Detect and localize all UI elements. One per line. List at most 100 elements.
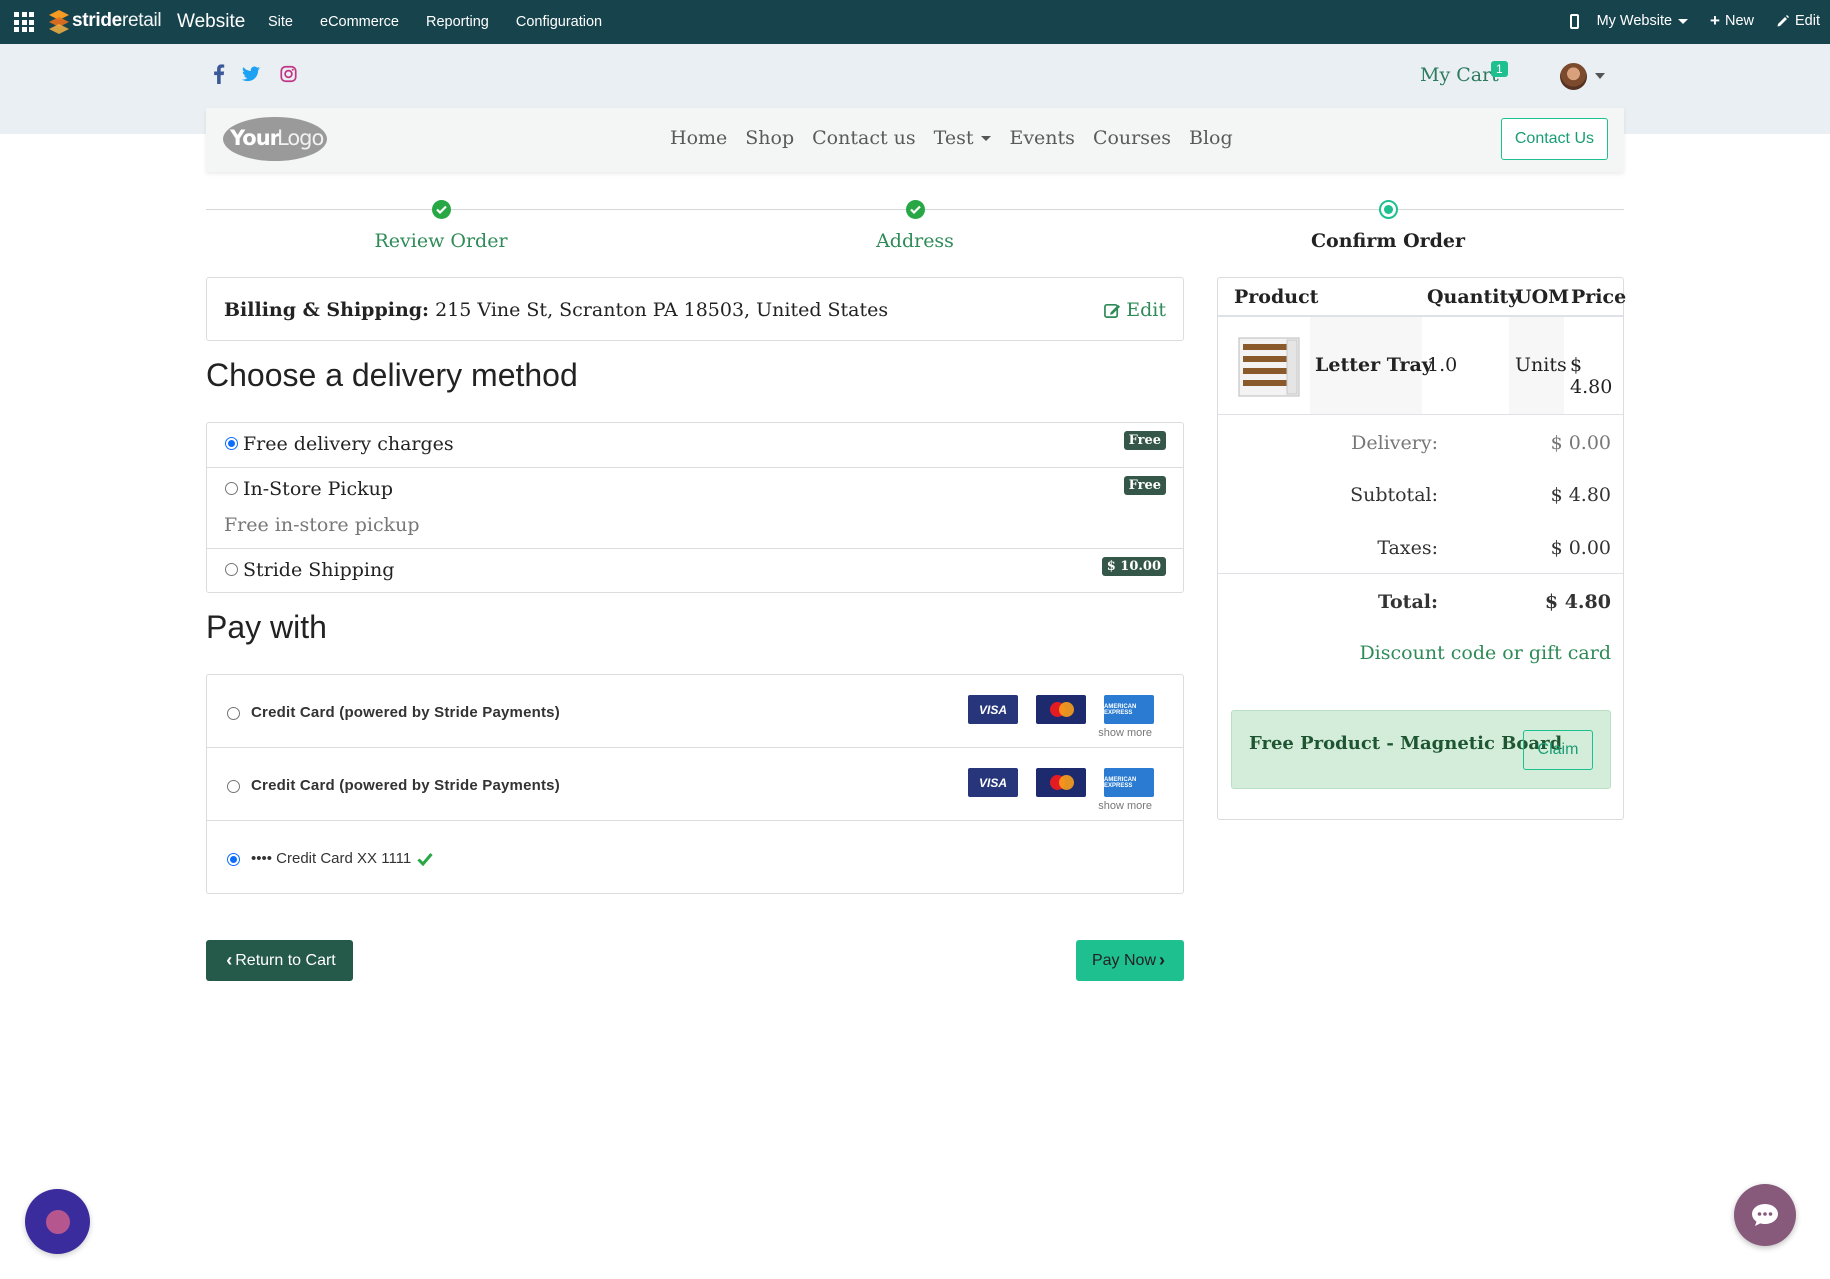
payment-radio[interactable] <box>227 780 240 793</box>
admin-menu-ecommerce[interactable]: eCommerce <box>320 14 399 30</box>
nav-home[interactable]: Home <box>670 127 727 149</box>
user-avatar[interactable] <box>1560 63 1587 90</box>
delivery-radio[interactable] <box>225 482 238 495</box>
edit-address-link[interactable]: Edit <box>1104 299 1166 321</box>
chat-icon <box>1752 1204 1778 1226</box>
pay-now-label: Pay Now <box>1091 951 1157 969</box>
pencil-icon <box>1777 15 1789 27</box>
saved-card-option[interactable]: •••• Credit Card XX 1111 <box>207 821 1183 894</box>
delivery-option-free[interactable]: Free delivery charges Free <box>207 423 1183 468</box>
check-icon <box>417 852 433 866</box>
payment-radio[interactable] <box>227 853 240 866</box>
billing-shipping-box: Billing & Shipping: 215 Vine St, Scranto… <box>206 277 1184 341</box>
product-name[interactable]: Letter Tray <box>1315 354 1433 376</box>
apps-grid-icon[interactable] <box>14 12 34 32</box>
payment-label: Credit Card (powered by Stride Payments) <box>251 704 560 721</box>
chevron-down-icon[interactable] <box>1595 73 1605 79</box>
total-value: $ 4.80 <box>1544 591 1611 613</box>
brand-name: strideretail <box>72 10 162 31</box>
admin-top-bar: strideretail Website Site eCommerce Repo… <box>0 0 1830 44</box>
billing-shipping-text: Billing & Shipping: 215 Vine St, Scranto… <box>224 299 888 321</box>
order-summary: Product Quantity UOM Price Letter Tray 1… <box>1217 277 1626 820</box>
show-more-link[interactable]: show more <box>1098 727 1152 739</box>
new-button[interactable]: + New <box>1710 11 1754 30</box>
delivery-option-stride-shipping[interactable]: Stride Shipping $ 10.00 <box>207 549 1183 594</box>
promo-text: Free Product - Magnetic Board <box>1249 733 1563 754</box>
assistant-bubble-button[interactable] <box>25 1189 90 1254</box>
nav-contact-us[interactable]: Contact us <box>812 127 915 149</box>
website-selector[interactable]: My Website <box>1597 13 1689 29</box>
svg-text:Logo: Logo <box>277 126 324 150</box>
mobile-preview-icon[interactable] <box>1569 13 1579 29</box>
payment-option[interactable]: Credit Card (powered by Stride Payments)… <box>207 675 1183 748</box>
live-chat-button[interactable] <box>1734 1184 1796 1246</box>
divider <box>1218 573 1623 574</box>
delivery-label: Stride Shipping <box>243 559 395 581</box>
col-header-quantity: Quantity <box>1427 286 1520 308</box>
contact-us-button[interactable]: Contact Us <box>1500 118 1608 160</box>
nav-courses[interactable]: Courses <box>1093 127 1171 149</box>
mastercard-icon <box>1036 695 1086 724</box>
delivery-option-instore[interactable]: In-Store Pickup Free Free in-store picku… <box>207 468 1183 549</box>
stride-logo-icon <box>49 10 69 34</box>
new-button-label: New <box>1724 13 1754 29</box>
price-badge: Free <box>1123 476 1166 495</box>
billing-address: 215 Vine St, Scranton PA 18503, United S… <box>435 299 889 321</box>
letter-tray-image[interactable] <box>1235 334 1303 400</box>
payment-radio[interactable] <box>227 707 240 720</box>
nav-events[interactable]: Events <box>1009 127 1074 149</box>
col-header-product: Product <box>1234 286 1319 308</box>
delivery-label: Delivery: <box>1351 432 1438 454</box>
product-quantity: 1.0 <box>1427 354 1458 376</box>
check-circle-icon <box>905 200 925 219</box>
nav-shop[interactable]: Shop <box>745 127 794 149</box>
delivery-methods-list: Free delivery charges Free In-Store Pick… <box>206 422 1184 593</box>
step-label: Review Order <box>374 230 508 252</box>
card-brands: VISA AMERICAN EXPRESS <box>950 695 1154 724</box>
delivery-label: Free delivery charges <box>243 433 454 455</box>
visa-icon: VISA <box>968 768 1018 797</box>
claim-button[interactable]: Claim <box>1523 730 1593 770</box>
facebook-icon[interactable] <box>213 64 225 84</box>
site-logo[interactable]: Your Logo <box>222 116 328 162</box>
main-navbar: Your Logo Home Shop Contact us Test Even… <box>206 108 1624 172</box>
pay-now-button[interactable]: Pay Now › <box>1076 940 1184 981</box>
product-price: $ 4.80 <box>1570 354 1613 398</box>
nav-test-label: Test <box>933 127 974 149</box>
admin-menu: Site eCommerce Reporting Configuration <box>268 14 629 30</box>
taxes-label: Taxes: <box>1377 537 1438 559</box>
edit-page-button[interactable]: Edit <box>1776 13 1820 29</box>
admin-menu-site[interactable]: Site <box>268 14 293 30</box>
chevron-left-icon: ‹ <box>226 950 233 970</box>
delivery-radio[interactable] <box>225 563 238 576</box>
twitter-icon[interactable] <box>242 64 260 84</box>
edit-label: Edit <box>1126 299 1166 321</box>
current-step-dot-icon <box>1378 200 1398 219</box>
billing-label: Billing & Shipping: <box>224 299 430 321</box>
nav-test-dropdown[interactable]: Test <box>934 127 992 149</box>
subtotal-label: Subtotal: <box>1350 484 1438 506</box>
return-to-cart-button[interactable]: ‹ Return to Cart <box>206 940 353 981</box>
admin-menu-reporting[interactable]: Reporting <box>426 14 489 30</box>
svg-text:Your: Your <box>229 126 281 150</box>
saved-card-text: •••• Credit Card XX 1111 <box>251 850 412 867</box>
step-address[interactable]: Address <box>765 200 1065 252</box>
edit-page-label: Edit <box>1795 13 1820 29</box>
amex-icon: AMERICAN EXPRESS <box>1104 695 1154 724</box>
my-cart-link[interactable]: My Cart <box>1420 64 1499 86</box>
admin-menu-configuration[interactable]: Configuration <box>516 14 602 30</box>
plus-icon: + <box>1710 11 1720 30</box>
nav-blog[interactable]: Blog <box>1189 127 1233 149</box>
show-more-link[interactable]: show more <box>1098 800 1152 812</box>
taxes-value: $ 0.00 <box>1550 537 1611 559</box>
app-name[interactable]: Website <box>177 11 245 33</box>
payment-option[interactable]: Credit Card (powered by Stride Payments)… <box>207 748 1183 821</box>
delivery-description: Free in-store pickup <box>224 514 420 536</box>
step-review-order[interactable]: Review Order <box>291 200 591 252</box>
admin-right-actions: My Website + New Edit <box>1569 11 1820 30</box>
product-uom: Units <box>1515 354 1567 376</box>
discount-code-link[interactable]: Discount code or gift card <box>1359 642 1611 664</box>
delivery-radio[interactable] <box>225 437 238 450</box>
price-badge: $ 10.00 <box>1101 557 1166 576</box>
instagram-icon[interactable] <box>280 64 297 84</box>
